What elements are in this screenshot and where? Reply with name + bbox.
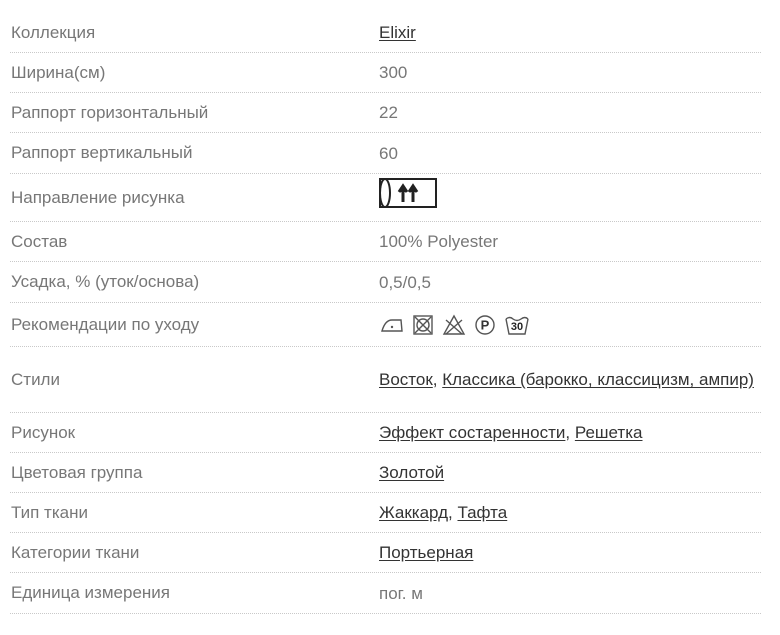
attribute-label: Ширина(см) xyxy=(11,62,106,82)
fabric-type-link-jacquard[interactable]: Жаккард xyxy=(379,503,448,522)
svg-text:P: P xyxy=(481,317,490,332)
attribute-label: Коллекция xyxy=(11,22,96,42)
no-bleach-icon xyxy=(442,314,466,335)
table-row: Цветовая группа Золотой xyxy=(10,453,761,493)
attribute-label: Направление рисунка xyxy=(11,187,185,207)
attribute-value: 300 xyxy=(379,63,408,82)
attribute-value: 22 xyxy=(379,103,398,122)
care-icons: P 30 xyxy=(380,313,761,337)
fabric-category-link[interactable]: Портьерная xyxy=(379,543,473,562)
attribute-value: Elixir xyxy=(379,19,761,46)
table-row: Ширина(см) 300 xyxy=(10,53,761,93)
attribute-label: Тип ткани xyxy=(11,502,88,522)
attribute-value: P 30 xyxy=(379,313,761,337)
separator: , xyxy=(432,370,443,389)
attribute-value: 0,5/0,5 xyxy=(379,272,431,292)
table-row: Тип ткани Жаккард, Тафта xyxy=(10,493,761,533)
attribute-label: Единица измерения xyxy=(11,583,170,602)
attribute-label: Категории ткани xyxy=(11,542,140,562)
table-row: Раппорт вертикальный 60 xyxy=(10,133,761,174)
attribute-label: Рисунок xyxy=(11,422,76,442)
attribute-label: Раппорт вертикальный xyxy=(11,143,193,162)
color-group-link[interactable]: Золотой xyxy=(379,463,444,482)
style-link-vostok[interactable]: Восток xyxy=(379,370,433,389)
table-row: Раппорт горизонтальный 22 xyxy=(10,93,761,133)
attribute-label: Стили xyxy=(11,369,60,389)
table-row: Состав 100% Polyester xyxy=(10,222,761,262)
table-row: Рисунок Эффект состаренности, Решетка xyxy=(10,413,761,453)
attribute-value: Портьерная xyxy=(379,539,761,566)
attribute-label: Усадка, % (уток/основа) xyxy=(11,272,200,291)
attribute-value: 60 xyxy=(379,143,398,163)
attribute-label: Рекомендации по уходу xyxy=(11,314,200,334)
table-row: Коллекция Elixir xyxy=(10,13,761,53)
svg-text:30: 30 xyxy=(511,321,523,333)
attribute-value: Эффект состаренности, Решетка xyxy=(379,419,761,446)
attribute-value: Восток, Классика (барокко, классицизм, а… xyxy=(379,366,761,393)
pattern-link-aged[interactable]: Эффект состаренности xyxy=(379,423,565,442)
attribute-label: Состав xyxy=(11,231,68,251)
no-tumble-dry-icon xyxy=(413,314,433,335)
table-row: Стили Восток, Классика (барокко, классиц… xyxy=(10,347,761,413)
attribute-value: 100% Polyester xyxy=(379,232,499,251)
pattern-direction-roll-arrows-up-icon xyxy=(379,177,439,218)
attribute-value: Золотой xyxy=(379,459,761,486)
table-row: Усадка, % (уток/основа) 0,5/0,5 xyxy=(10,262,761,303)
pattern-link-lattice[interactable]: Решетка xyxy=(575,423,643,442)
product-attributes-table: Коллекция Elixir Ширина(см) 300 Раппорт … xyxy=(10,13,761,614)
table-row: Категории ткани Портьерная xyxy=(10,533,761,573)
dry-clean-p-icon: P xyxy=(475,314,495,335)
table-row: Рекомендации по уходу P 30 xyxy=(10,303,761,347)
attribute-label: Раппорт горизонтальный xyxy=(11,102,209,122)
attribute-value xyxy=(379,177,761,218)
table-row: Единица измерения пог. м xyxy=(10,573,761,614)
attribute-label: Цветовая группа xyxy=(11,462,143,482)
attribute-value: Жаккард, Тафта xyxy=(379,499,761,526)
iron-low-icon xyxy=(381,318,403,332)
fabric-type-link-taffeta[interactable]: Тафта xyxy=(457,503,507,522)
table-row: Направление рисунка xyxy=(10,174,761,222)
attribute-value: пог. м xyxy=(379,583,423,603)
separator: , xyxy=(565,423,575,442)
style-link-classic[interactable]: Классика (барокко, классицизм, ампир) xyxy=(442,370,754,389)
collection-link[interactable]: Elixir xyxy=(379,23,416,42)
wash-30-icon: 30 xyxy=(505,316,529,335)
